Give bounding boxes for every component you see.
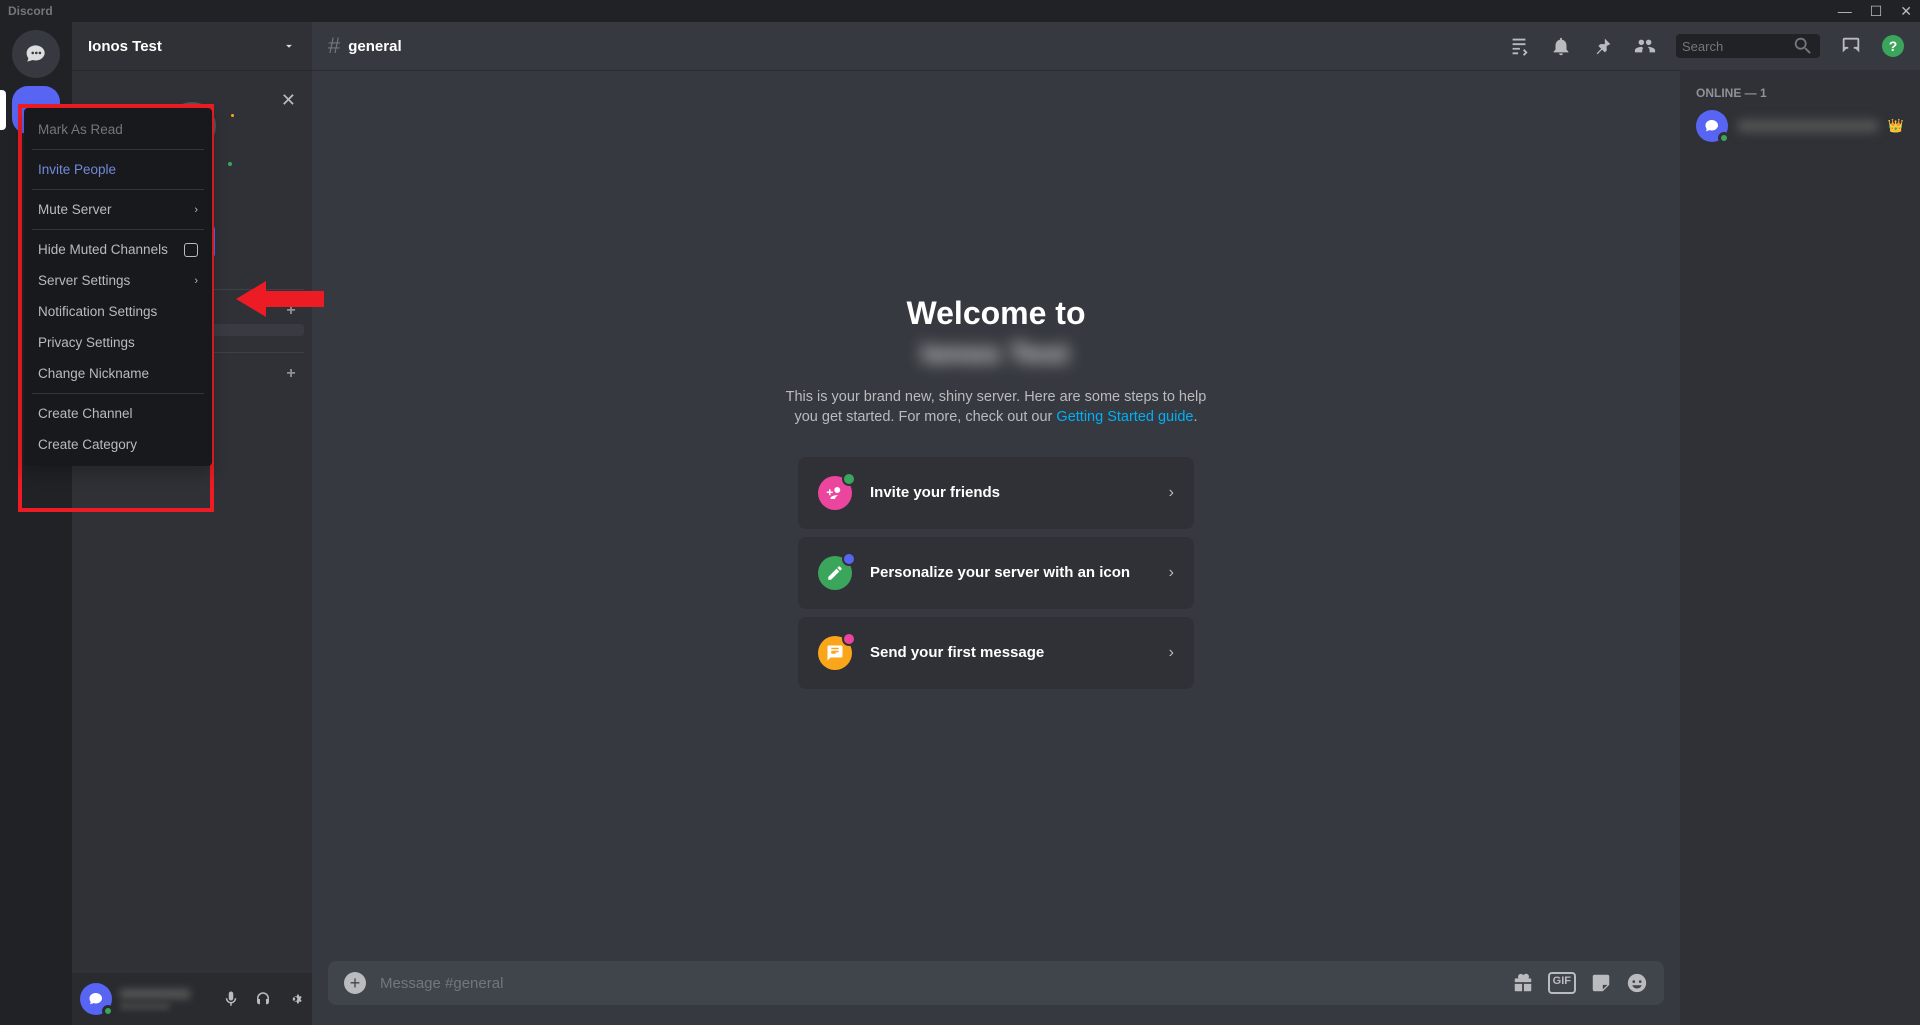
- channel-name: general: [348, 38, 1500, 55]
- gif-icon[interactable]: GIF: [1548, 972, 1576, 994]
- chevron-right-icon: ›: [1169, 484, 1174, 502]
- task-label: Personalize your server with an icon: [870, 564, 1151, 581]
- invite-icon: [818, 476, 852, 510]
- chevron-down-icon: [282, 39, 296, 53]
- user-panel: [72, 973, 312, 1025]
- chevron-right-icon: ›: [194, 204, 198, 216]
- search-placeholder: Search: [1682, 39, 1792, 54]
- personalize-icon: [818, 556, 852, 590]
- server-name-header[interactable]: Ionos Test: [72, 22, 312, 70]
- inbox-icon[interactable]: [1840, 35, 1862, 57]
- threads-icon[interactable]: [1508, 35, 1530, 57]
- status-online-icon: [102, 1005, 114, 1017]
- welcome-description: This is your brand new, shiny server. He…: [776, 387, 1216, 427]
- chevron-right-icon: ›: [1169, 644, 1174, 662]
- members-online-header: ONLINE — 1: [1688, 86, 1912, 106]
- menu-create-channel[interactable]: Create Channel: [32, 398, 204, 429]
- member-list: ONLINE — 1 👑: [1680, 70, 1920, 1025]
- menu-mark-as-read[interactable]: Mark As Read: [32, 114, 204, 145]
- menu-hide-muted-channels[interactable]: Hide Muted Channels: [32, 234, 204, 265]
- mute-mic-icon[interactable]: [222, 990, 240, 1008]
- menu-server-settings[interactable]: Server Settings›: [32, 265, 204, 296]
- task-personalize-server[interactable]: Personalize your server with an icon ›: [798, 537, 1194, 609]
- app-title: Discord: [8, 4, 53, 18]
- task-label: Invite your friends: [870, 484, 1151, 501]
- member-item[interactable]: 👑: [1688, 106, 1912, 146]
- channel-header: # general Search ?: [312, 22, 1920, 70]
- getting-started-link[interactable]: Getting Started guide: [1056, 409, 1193, 425]
- checkbox-icon: [184, 243, 198, 257]
- user-settings-icon[interactable]: [286, 990, 304, 1008]
- deafen-icon[interactable]: [254, 990, 272, 1008]
- attach-icon[interactable]: +: [344, 972, 366, 994]
- member-avatar: [1696, 110, 1728, 142]
- gift-icon[interactable]: [1512, 972, 1534, 994]
- window-minimize-icon[interactable]: —: [1838, 3, 1852, 20]
- task-invite-friends[interactable]: Invite your friends ›: [798, 457, 1194, 529]
- server-owner-crown-icon: 👑: [1888, 118, 1904, 134]
- member-list-icon[interactable]: [1634, 35, 1656, 57]
- window-close-icon[interactable]: ✕: [1900, 3, 1912, 20]
- window-titlebar: Discord — ☐ ✕: [0, 0, 1920, 22]
- main-content: # general Search ? Welcome to Ionos Test: [312, 22, 1920, 1025]
- hashtag-icon: #: [328, 33, 340, 59]
- create-voice-channel-icon[interactable]: +: [286, 365, 296, 383]
- emoji-icon[interactable]: [1626, 972, 1648, 994]
- server-name-label: Ionos Test: [88, 38, 162, 55]
- current-user-avatar[interactable]: [80, 983, 112, 1015]
- close-icon[interactable]: ✕: [281, 90, 296, 111]
- chevron-right-icon: ›: [1169, 564, 1174, 582]
- create-channel-icon[interactable]: +: [286, 302, 296, 320]
- send-message-icon: [818, 636, 852, 670]
- sticker-icon[interactable]: [1590, 972, 1612, 994]
- menu-privacy-settings[interactable]: Privacy Settings: [32, 327, 204, 358]
- welcome-title: Welcome to: [907, 295, 1086, 332]
- menu-mute-server[interactable]: Mute Server›: [32, 194, 204, 225]
- help-icon[interactable]: ?: [1882, 35, 1904, 57]
- current-user-name[interactable]: [120, 989, 214, 1010]
- message-placeholder: Message #general: [380, 975, 1498, 992]
- menu-invite-people[interactable]: Invite People: [32, 154, 204, 185]
- task-send-message[interactable]: Send your first message ›: [798, 617, 1194, 689]
- task-label: Send your first message: [870, 644, 1151, 661]
- pinned-icon[interactable]: [1592, 35, 1614, 57]
- search-input[interactable]: Search: [1676, 34, 1820, 58]
- member-name: [1738, 120, 1878, 132]
- menu-change-nickname[interactable]: Change Nickname: [32, 358, 204, 389]
- menu-notification-settings[interactable]: Notification Settings: [32, 296, 204, 327]
- welcome-server-name: Ionos Test: [922, 338, 1070, 369]
- window-maximize-icon[interactable]: ☐: [1870, 3, 1883, 20]
- message-input[interactable]: + Message #general GIF: [328, 961, 1664, 1005]
- menu-create-category[interactable]: Create Category: [32, 429, 204, 460]
- search-icon: [1792, 35, 1814, 57]
- notifications-icon[interactable]: [1550, 35, 1572, 57]
- chat-area: Welcome to Ionos Test This is your brand…: [312, 70, 1680, 1025]
- server-context-menu: Mark As Read Invite People Mute Server› …: [24, 108, 212, 466]
- chevron-right-icon: ›: [194, 275, 198, 287]
- home-button[interactable]: [12, 30, 60, 78]
- status-online-icon: [1718, 132, 1730, 144]
